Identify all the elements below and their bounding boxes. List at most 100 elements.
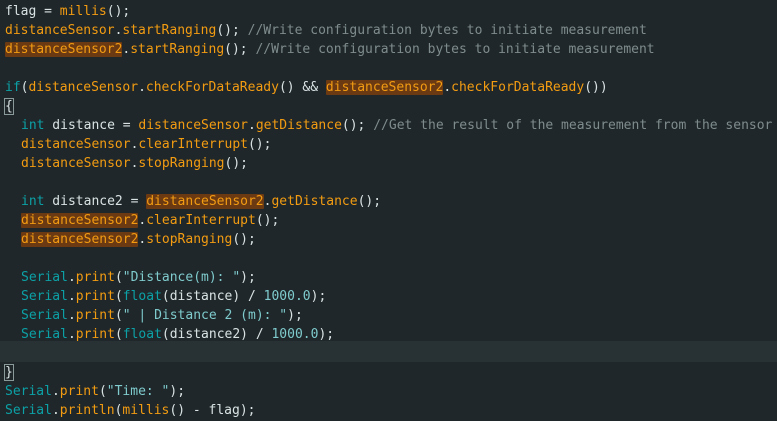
code-token-highlighted: distanceSensor2 xyxy=(325,80,444,95)
code-line[interactable]: distanceSensor2.clearInterrupt(); xyxy=(5,211,777,230)
code-line[interactable]: if(distanceSensor.checkForDataReady() &&… xyxy=(5,78,777,97)
code-token: ( xyxy=(98,384,107,399)
code-token: Serial xyxy=(21,327,68,342)
code-token: millis xyxy=(122,403,170,418)
code-token: Serial xyxy=(5,403,52,418)
code-token: . xyxy=(247,118,256,133)
code-token: println xyxy=(59,403,115,418)
code-token: (); xyxy=(357,194,382,209)
code-area[interactable]: flag = millis(); distanceSensor.startRan… xyxy=(4,2,777,420)
code-line[interactable]: Serial.println(millis() - flag); xyxy=(5,401,777,420)
code-string: "Distance(m): " xyxy=(122,270,241,285)
code-token: () && xyxy=(278,80,326,95)
code-token: (); xyxy=(106,4,131,19)
code-token: millis xyxy=(59,4,107,19)
code-token: flag = xyxy=(5,4,60,19)
code-token: Serial xyxy=(21,270,68,285)
code-token: startRanging xyxy=(130,42,225,57)
code-token: print xyxy=(75,327,115,342)
code-line[interactable]: distanceSensor2.startRanging(); //Write … xyxy=(5,40,777,59)
code-token: Serial xyxy=(21,308,68,323)
code-token: distanceSensor xyxy=(138,118,248,133)
code-token: . xyxy=(67,270,76,285)
code-line[interactable]: } xyxy=(4,363,777,382)
code-token: Serial xyxy=(21,289,68,304)
code-line[interactable]: int distance2 = distanceSensor2.getDista… xyxy=(5,192,777,211)
code-line[interactable]: Serial.print("Time: "); xyxy=(5,382,777,401)
code-line[interactable]: Serial.print("Distance(m): "); xyxy=(5,268,777,287)
code-token: distanceSensor xyxy=(21,156,131,171)
code-keyword: float xyxy=(122,327,162,342)
code-line[interactable] xyxy=(5,249,777,268)
code-line[interactable]: Serial.print(" | Distance 2 (m): "); xyxy=(5,306,777,325)
code-token: (); xyxy=(224,42,256,57)
code-token: (); xyxy=(255,213,280,228)
code-line[interactable]: Serial.print(float(distance) / 1000.0); xyxy=(5,287,777,306)
code-token: clearInterrupt xyxy=(146,213,256,228)
code-token: . xyxy=(138,80,146,95)
code-line[interactable]: distanceSensor.clearInterrupt(); xyxy=(5,135,777,154)
code-token: . xyxy=(443,80,452,95)
code-token: (distance) / xyxy=(161,289,264,304)
code-token: ); xyxy=(318,327,335,342)
code-token: print xyxy=(75,308,115,323)
code-token: ( xyxy=(114,327,123,342)
code-token: stopRanging xyxy=(138,156,225,171)
code-keyword: int xyxy=(21,194,45,209)
code-token: . xyxy=(67,289,76,304)
code-token: ( xyxy=(114,270,123,285)
code-line[interactable]: distanceSensor.stopRanging(); xyxy=(5,154,777,173)
code-keyword: if xyxy=(5,80,21,95)
code-token: (); xyxy=(224,156,248,171)
code-line[interactable]: Serial.print(float(distance2) / 1000.0); xyxy=(5,325,777,344)
code-token: ); xyxy=(240,270,256,285)
code-line[interactable]: distanceSensor2.stopRanging(); xyxy=(5,230,777,249)
code-token: (distance2) / xyxy=(161,327,272,342)
code-number: 1000.0 xyxy=(271,327,319,342)
code-line[interactable] xyxy=(5,173,777,192)
code-token: distance = xyxy=(44,118,139,133)
open-brace: { xyxy=(4,98,14,115)
code-line[interactable]: distanceSensor.startRanging(); //Write c… xyxy=(5,21,777,40)
code-token-highlighted: distanceSensor2 xyxy=(21,213,139,228)
code-token: . xyxy=(51,384,60,399)
code-token: Serial xyxy=(5,384,52,399)
code-token: distanceSensor xyxy=(21,137,131,152)
code-token: startRanging xyxy=(122,23,217,38)
code-token: checkForDataReady xyxy=(145,80,279,95)
code-token: (); xyxy=(216,23,248,38)
code-token-highlighted: distanceSensor2 xyxy=(5,42,123,57)
code-keyword: int xyxy=(21,118,45,133)
code-token: () - flag); xyxy=(169,403,256,418)
close-brace: } xyxy=(4,364,14,381)
code-token: ); xyxy=(169,384,186,399)
code-token: distanceSensor xyxy=(5,23,115,38)
code-token: print xyxy=(59,384,99,399)
code-token: ); xyxy=(287,308,303,323)
code-token: print xyxy=(75,270,115,285)
code-token: getDistance xyxy=(271,194,358,209)
code-token: ( xyxy=(114,308,123,323)
code-token: stopRanging xyxy=(146,232,233,247)
code-token: clearInterrupt xyxy=(138,137,248,152)
code-string: " | Distance 2 (m): " xyxy=(122,308,288,323)
code-token: . xyxy=(51,403,60,418)
code-editor[interactable]: flag = millis(); distanceSensor.startRan… xyxy=(0,0,777,421)
code-token: getDistance xyxy=(255,118,342,133)
code-number: 1000.0 xyxy=(263,289,311,304)
code-token: ()) xyxy=(584,80,608,95)
code-line[interactable]: flag = millis(); xyxy=(5,2,777,21)
code-token: distance2 = xyxy=(44,194,147,209)
code-token: (); xyxy=(232,232,256,247)
code-line[interactable]: int distance = distanceSensor.getDistanc… xyxy=(5,116,777,135)
code-token: distanceSensor xyxy=(28,80,139,95)
code-token: ( xyxy=(114,289,123,304)
code-string: "Time: " xyxy=(106,384,170,399)
code-line[interactable] xyxy=(5,344,777,363)
code-line[interactable]: { xyxy=(4,97,777,116)
code-line[interactable] xyxy=(5,59,777,78)
code-comment: //Write configuration bytes to initiate … xyxy=(255,42,655,57)
code-token: ); xyxy=(310,289,327,304)
code-token: print xyxy=(75,289,115,304)
code-token: checkForDataReady xyxy=(451,80,585,95)
